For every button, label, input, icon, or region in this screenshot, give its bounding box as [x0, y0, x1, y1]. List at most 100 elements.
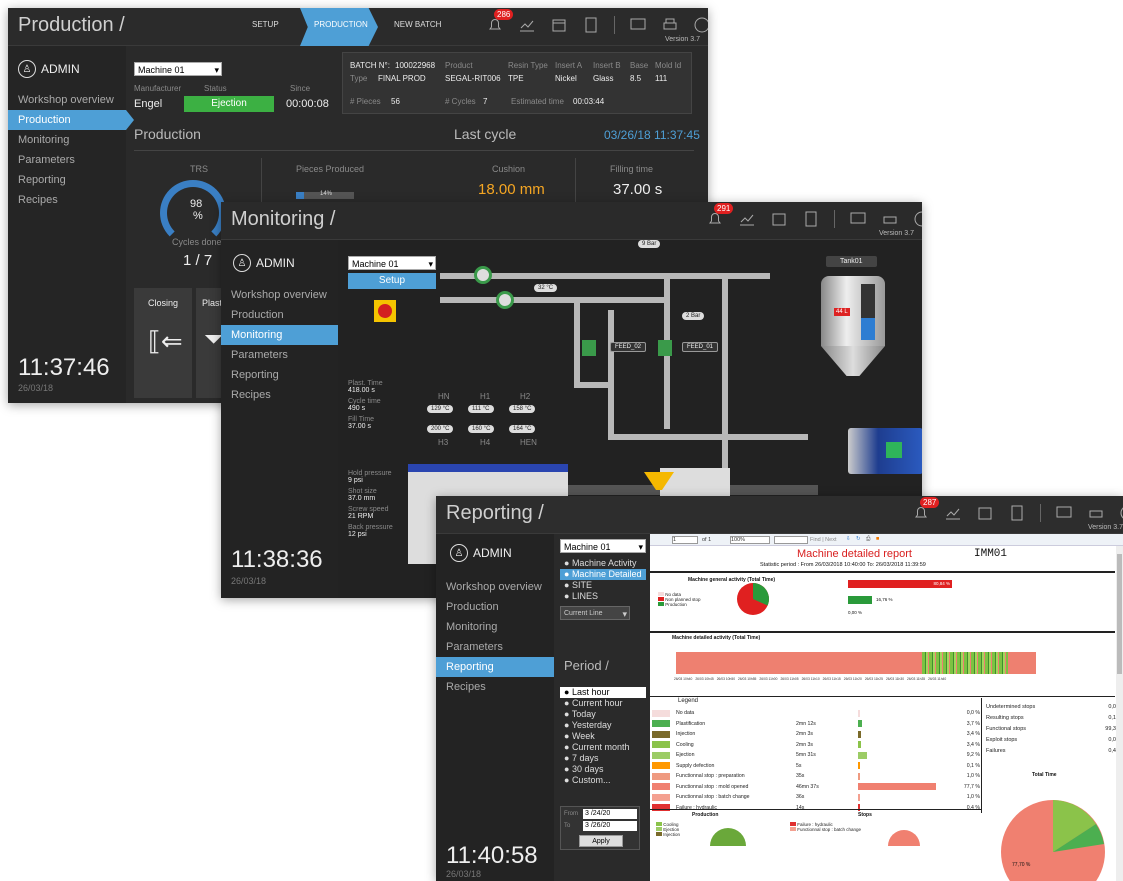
manufacturer-value: Engel — [134, 98, 163, 110]
machine-select[interactable]: Machine 01 — [560, 539, 646, 554]
period-current-hour[interactable]: ● Current hour — [560, 698, 646, 709]
scrollbar-thumb[interactable] — [1117, 554, 1122, 674]
refresh-icon[interactable]: ↻ — [856, 536, 861, 542]
report-machine-detailed[interactable]: ● Machine Detailed — [560, 569, 646, 580]
nav-workshop-overview[interactable]: Workshop overview — [221, 285, 338, 305]
toolbar-icons: 291 — [706, 203, 922, 228]
period-last-hour[interactable]: ● Last hour — [560, 687, 646, 698]
closing-label: Closing — [148, 298, 179, 308]
machine-select[interactable]: Machine 01 — [348, 256, 436, 271]
to-date-input[interactable]: 3 /26/20 — [583, 821, 637, 831]
reporting-window: Reporting / 287 Version 3.7 ♙ ADMIN Works… — [436, 496, 1123, 881]
page-input[interactable]: 1 — [672, 536, 698, 544]
document-icon[interactable] — [582, 16, 600, 34]
printer-icon[interactable] — [661, 16, 679, 34]
nav-parameters[interactable]: Parameters — [221, 345, 338, 365]
legend-bar-track — [858, 762, 958, 770]
export-icon[interactable]: ⇩ — [846, 536, 851, 542]
nav-reporting[interactable]: Reporting — [8, 170, 126, 190]
language-icon[interactable] — [913, 210, 922, 228]
tank-label: Tank01 — [826, 256, 877, 267]
machine-select[interactable]: Machine 01 — [134, 62, 222, 77]
message-icon[interactable] — [629, 16, 647, 34]
period-title: Period / — [564, 658, 609, 673]
tab-setup[interactable]: SETUP — [244, 8, 304, 46]
nav-recipes[interactable]: Recipes — [436, 677, 554, 697]
heater-temp: 111 °C — [468, 405, 494, 413]
period-today[interactable]: ● Today — [560, 709, 646, 720]
print-icon[interactable]: ⎙ — [866, 536, 870, 543]
report-lines[interactable]: ● LINES — [560, 591, 646, 602]
bell-icon[interactable]: 287 — [912, 497, 940, 522]
language-icon[interactable] — [693, 16, 708, 34]
admin-user[interactable]: ♙ ADMIN — [233, 254, 295, 272]
chart-icon[interactable] — [738, 210, 756, 228]
nav-workshop-overview[interactable]: Workshop overview — [436, 577, 554, 597]
tab-production[interactable]: PRODUCTION — [300, 8, 378, 46]
tab-new-batch[interactable]: NEW BATCH — [386, 8, 456, 46]
param-value: 418.00 s — [348, 387, 375, 394]
document-icon[interactable] — [802, 210, 820, 228]
legend-table: Legend No data 0,0 % Plastification 2mn 12s… — [650, 698, 982, 813]
bell-icon[interactable]: 291 — [706, 203, 734, 228]
calendar-icon[interactable] — [976, 504, 994, 522]
feed-icon[interactable]: ■ — [876, 536, 879, 542]
bell-icon[interactable]: 286 — [486, 9, 514, 34]
calendar-icon[interactable] — [770, 210, 788, 228]
nav-monitoring[interactable]: Monitoring — [436, 617, 554, 637]
nav-workshop-overview[interactable]: Workshop overview — [8, 90, 126, 110]
nav-reporting[interactable]: Reporting — [221, 365, 338, 385]
period-yesterday[interactable]: ● Yesterday — [560, 720, 646, 731]
general-bar-production-value: 16,76 % — [876, 597, 893, 602]
nav-parameters[interactable]: Parameters — [436, 637, 554, 657]
nav-production[interactable]: Production — [8, 110, 134, 130]
zoom-select[interactable]: 100% — [730, 536, 770, 544]
nav-monitoring[interactable]: Monitoring — [221, 325, 346, 345]
batch-number: 100022968 — [395, 61, 436, 70]
nav-reporting[interactable]: Reporting — [436, 657, 562, 677]
trs-label: TRS — [190, 164, 208, 174]
calendar-icon[interactable] — [550, 16, 568, 34]
apply-button[interactable]: Apply — [579, 835, 623, 847]
period-current-month[interactable]: ● Current month — [560, 742, 646, 753]
nav-parameters[interactable]: Parameters — [8, 150, 126, 170]
document-icon[interactable] — [1008, 504, 1026, 522]
stops-summary: Undetermined stops 0,0 Resulting stops 0,1… — [986, 704, 1116, 759]
nav-recipes[interactable]: Recipes — [221, 385, 338, 405]
stop-label: Undetermined stops — [986, 704, 1036, 710]
period-30-days[interactable]: ● 30 days — [560, 764, 646, 775]
admin-user[interactable]: ♙ ADMIN — [18, 60, 80, 78]
nav-production[interactable]: Production — [221, 305, 338, 325]
report-site[interactable]: ● SITE — [560, 580, 646, 591]
vertical-scrollbar[interactable] — [1116, 546, 1123, 881]
chart-icon[interactable] — [518, 16, 536, 34]
report-machine-activity[interactable]: ● Machine Activity — [560, 558, 646, 569]
heater-label: H3 — [438, 438, 449, 447]
period-7-days[interactable]: ● 7 days — [560, 753, 646, 764]
legend-swatch — [652, 730, 670, 738]
setup-button[interactable]: Setup — [348, 273, 436, 289]
message-icon[interactable] — [1055, 504, 1073, 522]
language-icon[interactable] — [1119, 504, 1123, 522]
nav-recipes[interactable]: Recipes — [8, 190, 126, 210]
nav-monitoring[interactable]: Monitoring — [8, 130, 126, 150]
heater-temp: 164 °C — [509, 425, 536, 433]
emergency-stop-button[interactable] — [374, 300, 396, 322]
printer-icon[interactable] — [881, 210, 899, 228]
pieces-value: 56 — [391, 97, 400, 106]
printer-icon[interactable] — [1087, 504, 1105, 522]
from-date-input[interactable]: 3 /24/20 — [583, 809, 637, 819]
chart-icon[interactable] — [944, 504, 962, 522]
pump-left — [474, 266, 492, 284]
message-icon[interactable] — [849, 210, 867, 228]
find-input[interactable] — [774, 536, 808, 544]
period-week[interactable]: ● Week — [560, 731, 646, 742]
closing-card[interactable]: Closing ⟦⇐ — [134, 288, 192, 398]
total-time-pie-label: 77,70 % — [1012, 862, 1031, 868]
admin-user[interactable]: ♙ ADMIN — [450, 544, 512, 562]
lastcycle-section-title: Last cycle — [454, 126, 517, 142]
find-next-link[interactable]: Find | Next — [810, 537, 837, 543]
scope-select[interactable]: Current Line — [560, 606, 630, 621]
period-custom[interactable]: ● Custom... — [560, 775, 646, 786]
nav-production[interactable]: Production — [436, 597, 554, 617]
